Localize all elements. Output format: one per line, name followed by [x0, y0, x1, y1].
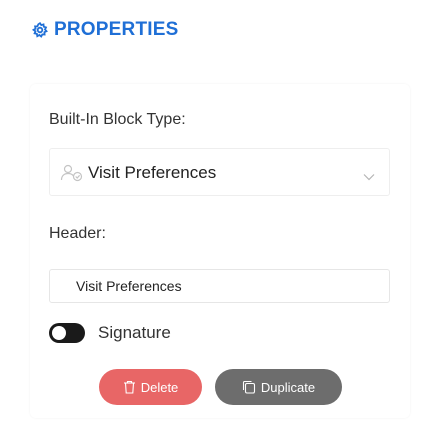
- delete-button-label: Delete: [140, 379, 179, 395]
- signature-toggle[interactable]: [49, 323, 85, 343]
- users-icon: [60, 163, 84, 183]
- properties-card: [30, 84, 410, 418]
- header-label: Header:: [49, 225, 106, 242]
- toggle-knob: [52, 326, 66, 340]
- panel-title: PROPERTIES: [54, 19, 179, 40]
- copy-icon: [242, 380, 256, 394]
- gear-icon: [32, 22, 48, 38]
- delete-button[interactable]: Delete: [99, 369, 202, 405]
- signature-row: Signature: [49, 322, 171, 344]
- chevron-down-icon[interactable]: [363, 168, 375, 181]
- signature-label: Signature: [98, 323, 171, 342]
- header-input[interactable]: [49, 269, 390, 303]
- duplicate-button[interactable]: Duplicate: [215, 369, 342, 405]
- block-type-select[interactable]: Visit Preferences: [49, 148, 390, 196]
- block-type-label: Built-In Block Type:: [49, 111, 186, 128]
- properties-header: PROPERTIES: [32, 17, 178, 43]
- duplicate-button-label: Duplicate: [260, 379, 316, 395]
- block-type-value: Visit Preferences: [88, 163, 217, 182]
- trash-icon: [123, 380, 136, 394]
